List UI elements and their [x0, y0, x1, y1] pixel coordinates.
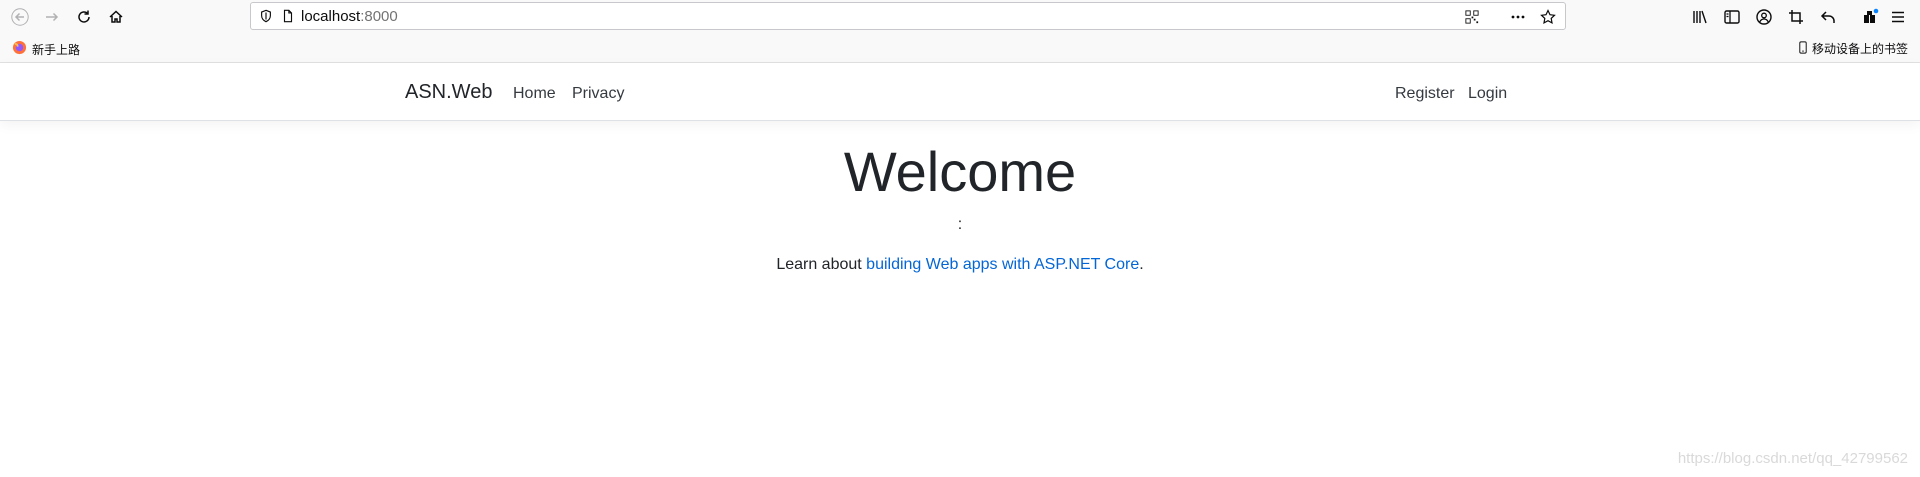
extensions-icon[interactable] — [1856, 3, 1884, 31]
nav-privacy-link[interactable]: Privacy — [572, 85, 624, 103]
tracking-shield-icon[interactable] — [257, 7, 275, 25]
screenshot-icon[interactable] — [1782, 3, 1810, 31]
mobile-bookmarks[interactable]: 移动设备上的书签 — [1799, 40, 1908, 57]
bookmark-getting-started[interactable]: 新手上路 — [12, 40, 80, 58]
aspnet-docs-link[interactable]: building Web apps with ASP.NET Core — [866, 256, 1139, 273]
url-port: :8000 — [360, 7, 398, 25]
url-bar[interactable]: localhost:8000 — [250, 2, 1566, 30]
learn-paragraph: Learn about building Web apps with ASP.N… — [0, 256, 1920, 274]
qr-code-icon[interactable] — [1461, 6, 1483, 28]
hamburger-menu-icon[interactable] — [1884, 3, 1912, 31]
nav-login-link[interactable]: Login — [1468, 85, 1507, 103]
page-icon — [279, 7, 297, 25]
watermark: https://blog.csdn.net/qq_42799562 — [1677, 450, 1908, 467]
undo-icon[interactable] — [1814, 3, 1842, 31]
nav-register-link[interactable]: Register — [1395, 85, 1455, 103]
site-navbar: ASN.Web Home Privacy Register Login — [0, 63, 1920, 121]
url-spacer — [1491, 6, 1499, 28]
bookmark-star-icon[interactable] — [1537, 6, 1559, 28]
bookmark-label: 新手上路 — [32, 42, 81, 57]
browser-toolbar: localhost:8000 — [0, 0, 1920, 33]
firefox-icon — [12, 40, 27, 58]
more-actions-icon[interactable] — [1507, 6, 1529, 28]
welcome-heading: Welcome — [843, 140, 1077, 203]
url-text[interactable]: localhost:8000 — [301, 8, 398, 25]
account-icon[interactable] — [1750, 3, 1778, 31]
mobile-bookmarks-label: 移动设备上的书签 — [1812, 42, 1909, 56]
home-icon[interactable] — [102, 3, 130, 31]
separator-text: : — [957, 216, 963, 233]
forward-arrow-icon[interactable] — [38, 3, 66, 31]
back-arrow-icon[interactable] — [6, 3, 34, 31]
bookmarks-bar: 新手上路 移动设备上的书签 — [0, 33, 1920, 63]
learn-suffix: . — [1139, 256, 1144, 273]
nav-home-link[interactable]: Home — [513, 85, 556, 103]
brand-link[interactable]: ASN.Web — [405, 81, 492, 104]
url-host: localhost — [301, 7, 361, 25]
sidebar-icon[interactable] — [1718, 3, 1746, 31]
learn-prefix: Learn about — [776, 256, 867, 273]
mobile-device-icon — [1799, 40, 1807, 57]
library-icon[interactable] — [1686, 3, 1714, 31]
reload-icon[interactable] — [70, 3, 98, 31]
